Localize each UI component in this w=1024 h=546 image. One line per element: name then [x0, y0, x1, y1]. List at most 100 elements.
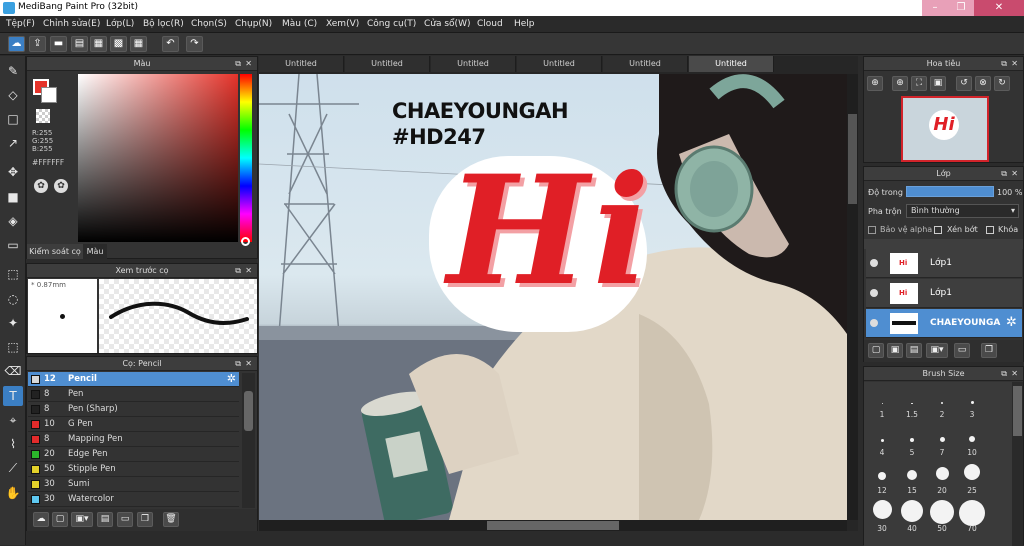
tab-document-1[interactable]: Untitled	[259, 56, 344, 72]
tab-brush-control[interactable]: Kiểm soát cọ	[27, 244, 83, 259]
palette-icon[interactable]: ✿	[34, 179, 48, 193]
brush-item[interactable]: 8 Pen	[28, 387, 239, 402]
rotate-left-icon[interactable]: ↺	[956, 76, 972, 91]
bucket-tool-icon[interactable]: ◈	[3, 211, 23, 231]
brush-item[interactable]: 30 Watercolor	[28, 492, 239, 507]
menu-edit[interactable]: Chỉnh sửa(E)	[43, 19, 100, 29]
popout-icon[interactable]: ⧉	[235, 357, 241, 371]
visibility-icon[interactable]	[870, 259, 878, 267]
new-color-layer-icon[interactable]: ▣	[887, 343, 903, 358]
opacity-slider[interactable]	[906, 186, 994, 197]
brush-item-selected[interactable]: 12 Pencil ✲	[28, 372, 239, 387]
duplicate-layer-icon[interactable]: ❐	[981, 343, 997, 358]
brush-size-option[interactable]: 50	[928, 500, 956, 536]
brush-size-option[interactable]: 15	[898, 462, 926, 498]
hue-handle[interactable]	[241, 237, 250, 246]
undo-icon[interactable]: ↶	[162, 36, 179, 52]
actual-size-icon[interactable]: ▣	[930, 76, 946, 91]
layer-row-selected[interactable]: CHAEYOUNGA ✲	[866, 309, 1022, 338]
close-icon[interactable]: ✕	[1011, 367, 1018, 381]
brush-size-scrollbar[interactable]	[1012, 382, 1023, 546]
canvas-vertical-scrollbar[interactable]	[847, 74, 858, 520]
select-rect-icon[interactable]: ⬚	[3, 264, 23, 284]
operation-tool-icon[interactable]: ⌖	[3, 410, 23, 430]
tab-document-2[interactable]: Untitled	[345, 56, 430, 72]
menu-capture[interactable]: Chụp(N)	[235, 19, 272, 29]
clipping-checkbox[interactable]	[934, 226, 942, 234]
alpha-protect-checkbox[interactable]	[868, 226, 876, 234]
popout-icon[interactable]: ⧉	[1001, 167, 1007, 181]
menu-select[interactable]: Chọn(S)	[191, 19, 227, 29]
close-icon[interactable]: ✕	[1011, 57, 1018, 71]
brush-list-scrollbar[interactable]	[242, 373, 255, 508]
background-color-swatch[interactable]	[41, 87, 57, 103]
palette-edit-icon[interactable]: ✿	[54, 179, 68, 193]
document-icon[interactable]: ▦	[90, 36, 107, 52]
fill-rect-tool-icon[interactable]: ■	[3, 187, 23, 207]
lock-checkbox[interactable]	[986, 226, 994, 234]
visibility-icon[interactable]	[870, 289, 878, 297]
close-icon[interactable]: ✕	[245, 357, 252, 371]
lasso-icon[interactable]: ◌	[3, 289, 23, 309]
brush-size-option[interactable]: 20	[928, 462, 956, 498]
brush-size-option[interactable]: 7	[928, 424, 956, 460]
brush-size-option[interactable]: 40	[898, 500, 926, 536]
zoom-in-icon[interactable]: ⊕	[867, 76, 883, 91]
brush-tool-icon[interactable]: ✎	[3, 61, 23, 81]
move-tool-icon[interactable]: ✥	[3, 162, 23, 182]
layer-row-partial[interactable]	[864, 239, 1023, 249]
menu-layer[interactable]: Lớp(L)	[106, 19, 134, 29]
popout-icon[interactable]: ⧉	[1001, 57, 1007, 71]
select-eraser-icon[interactable]: ⌫	[3, 361, 23, 381]
gear-icon[interactable]: ✲	[1006, 315, 1017, 330]
visibility-icon[interactable]	[870, 319, 878, 327]
share-icon[interactable]: ⇪	[29, 36, 46, 52]
tab-document-3[interactable]: Untitled	[431, 56, 516, 72]
brush-size-option[interactable]: 30	[868, 500, 896, 536]
cloud-brush-icon[interactable]: ☁	[33, 512, 49, 527]
trash-icon[interactable]: 🗑	[163, 512, 179, 527]
popout-icon[interactable]: ⧉	[1001, 367, 1007, 381]
tab-color[interactable]: Màu	[83, 244, 107, 259]
close-icon[interactable]: ✕	[245, 57, 252, 71]
hex-value[interactable]: #FFFFFF	[32, 158, 64, 167]
transparent-color-swatch[interactable]	[36, 109, 50, 123]
menu-filter[interactable]: Bộ lọc(R)	[143, 19, 184, 29]
grid-icon[interactable]: ▩	[110, 36, 127, 52]
brush-item[interactable]: 8 Mapping Pen	[28, 432, 239, 447]
rotate-right-icon[interactable]: ↻	[994, 76, 1010, 91]
select-pen-icon[interactable]: ⬚	[3, 337, 23, 357]
maximize-button[interactable]: ❐	[948, 0, 974, 16]
tab-document-4[interactable]: Untitled	[517, 56, 602, 72]
menu-help[interactable]: Help	[514, 19, 535, 29]
navigator-thumbnail[interactable]: Hi	[901, 96, 989, 162]
scroll-thumb[interactable]	[487, 521, 619, 530]
artwork-canvas[interactable]: CHAEYOUNGAH #HD247 Hi	[259, 74, 847, 520]
brush-size-option[interactable]: 25	[958, 462, 986, 498]
layer-folder-icon[interactable]: ▭	[954, 343, 970, 358]
new-halftone-layer-icon[interactable]: ▤	[906, 343, 922, 358]
minimize-button[interactable]: –	[922, 0, 948, 16]
cloud-icon[interactable]: ☁	[8, 36, 25, 52]
popout-icon[interactable]: ⧉	[235, 57, 241, 71]
canvas-horizontal-scrollbar[interactable]	[259, 520, 847, 531]
scroll-thumb[interactable]	[1013, 386, 1022, 436]
duplicate-icon[interactable]: ❐	[137, 512, 153, 527]
scroll-thumb[interactable]	[848, 114, 857, 204]
reset-rotation-icon[interactable]: ⊗	[975, 76, 991, 91]
brush-size-option[interactable]: 1.5	[898, 386, 926, 422]
comment-icon[interactable]: ▬	[50, 36, 67, 52]
new-brush-icon[interactable]: ▢	[52, 512, 68, 527]
menu-color[interactable]: Màu (C)	[282, 19, 317, 29]
hand-tool-icon[interactable]: ✋	[3, 483, 23, 503]
menu-window[interactable]: Cửa sổ(W)	[424, 19, 470, 29]
brush-size-option[interactable]: 4	[868, 424, 896, 460]
brush-settings-icon[interactable]: ▤	[97, 512, 113, 527]
brush-size-option[interactable]: 70	[958, 500, 986, 536]
menu-cloud[interactable]: Cloud	[477, 19, 503, 29]
tab-document-6[interactable]: Untitled	[689, 56, 774, 72]
scroll-thumb[interactable]	[244, 391, 253, 431]
brush-size-option[interactable]: 1	[868, 386, 896, 422]
saturation-value-picker[interactable]	[78, 74, 238, 242]
page-icon[interactable]: ▤	[71, 36, 88, 52]
